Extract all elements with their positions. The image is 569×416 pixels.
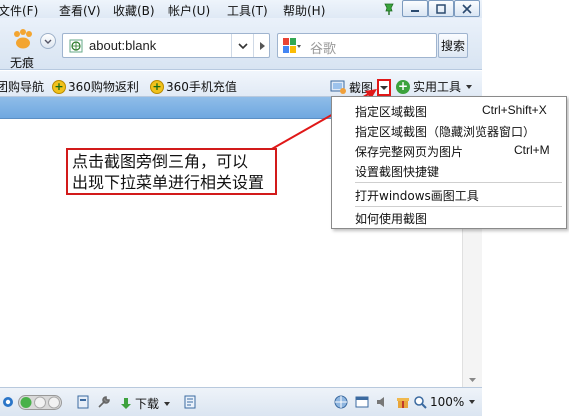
screenshot-button[interactable]: 截图	[330, 78, 373, 96]
download-label: 下载	[135, 397, 160, 411]
menu-bar: 文件(F) 查看(V) 收藏(B) 帐户(U) 工具(T) 帮助(H)	[0, 0, 482, 18]
menu-separator	[355, 182, 562, 183]
download-arrow-icon	[121, 397, 131, 409]
fav-label: 360手机充值	[166, 80, 237, 94]
menu-item-set-shortcut[interactable]: 设置截图快捷键	[355, 163, 439, 180]
triangle-down-icon	[380, 85, 388, 90]
menu-account[interactable]: 帐户(U)	[168, 2, 210, 19]
toggle-switch-icon[interactable]	[18, 395, 62, 410]
search-input[interactable]: 谷歌	[277, 33, 437, 58]
maximize-button[interactable]	[428, 0, 454, 17]
close-icon	[462, 3, 472, 14]
menu-item-region-capture-hidden[interactable]: 指定区域截图（隐藏浏览器窗口）	[355, 123, 535, 140]
tools-label: 实用工具	[413, 80, 462, 94]
triangle-down-icon	[466, 84, 473, 89]
triangle-down-icon	[469, 400, 476, 404]
utility-tools-button[interactable]: + 实用工具	[396, 78, 475, 95]
page-icon[interactable]	[76, 395, 90, 409]
url-history-dropdown[interactable]	[231, 34, 253, 57]
speaker-icon[interactable]	[375, 395, 389, 409]
annotation-callout: 点击截图旁倒三角，可以 出现下拉菜单进行相关设置	[66, 148, 277, 195]
window-icon[interactable]	[355, 395, 369, 409]
minimize-button[interactable]	[402, 0, 428, 17]
url-input[interactable]: about:blank	[62, 33, 270, 58]
menu-help[interactable]: 帮助(H)	[283, 2, 325, 19]
plus-icon: +	[396, 78, 410, 94]
incognito-paw-icon[interactable]	[10, 28, 36, 50]
close-button[interactable]	[454, 0, 480, 17]
plus-icon: +	[52, 79, 66, 94]
download-button[interactable]: 下载	[120, 395, 173, 412]
google-search-engine-icon[interactable]	[283, 38, 301, 54]
dropdown-circle-button[interactable]	[40, 33, 56, 49]
chevron-down-icon	[44, 39, 52, 44]
menu-item-how-to-use[interactable]: 如何使用截图	[355, 210, 427, 227]
screenshot-label: 截图	[349, 80, 374, 95]
play-arrow-icon	[260, 41, 265, 50]
ie-logo-icon[interactable]	[2, 396, 14, 408]
menu-tools[interactable]: 工具(T)	[227, 2, 268, 19]
menu-item-region-capture[interactable]: 指定区域截图	[355, 103, 427, 120]
menu-separator	[355, 206, 562, 207]
url-text: about:blank	[89, 38, 157, 53]
screenshot-icon	[330, 80, 346, 94]
wrench-icon[interactable]	[97, 395, 111, 409]
screenshot-dropdown-menu: 指定区域截图 Ctrl+Shift+X 指定区域截图（隐藏浏览器窗口） 保存完整…	[331, 96, 567, 229]
plus-icon: +	[150, 79, 164, 94]
menu-item-save-full-page[interactable]: 保存完整网页为图片	[355, 143, 463, 160]
screenshot-dropdown-button[interactable]	[377, 79, 391, 96]
triangle-down-icon	[164, 401, 171, 406]
fav-label: 团购导航	[0, 80, 45, 94]
incognito-label: 无痕	[10, 56, 35, 70]
fav-item-group-buy[interactable]: 团购导航	[0, 78, 44, 95]
search-button[interactable]: 搜索	[438, 33, 468, 58]
page-favicon-icon	[69, 39, 83, 53]
go-button[interactable]	[253, 34, 270, 57]
zoom-magnifier-icon	[414, 396, 427, 409]
zoom-level: 100%	[430, 395, 465, 409]
menu-view[interactable]: 查看(V)	[59, 2, 101, 19]
chevron-down-icon	[237, 42, 248, 49]
fav-item-phone-recharge[interactable]: + 360手机充值	[150, 78, 237, 95]
menu-favorites[interactable]: 收藏(B)	[113, 2, 155, 19]
shortcut-save-full-page: Ctrl+M	[514, 143, 550, 157]
callout-line-1: 点击截图旁倒三角，可以	[72, 152, 249, 171]
pin-icon[interactable]	[382, 2, 396, 16]
gift-icon[interactable]	[396, 395, 410, 409]
maximize-icon	[436, 3, 446, 14]
globe-icon[interactable]	[334, 395, 348, 409]
callout-line-2: 出现下拉菜单进行相关设置	[72, 173, 265, 192]
scroll-down-arrow-icon[interactable]	[466, 373, 479, 386]
zoom-control[interactable]: 100%	[413, 395, 478, 409]
fav-item-shopping-rebate[interactable]: + 360购物返利	[52, 78, 139, 95]
minimize-icon	[411, 9, 419, 12]
status-bar: 下载 100%	[0, 387, 482, 416]
notes-icon[interactable]	[184, 395, 196, 409]
search-placeholder: 谷歌	[310, 42, 337, 57]
fav-label: 360购物返利	[68, 80, 139, 94]
menu-item-open-paint[interactable]: 打开windows画图工具	[355, 187, 479, 204]
shortcut-region-capture: Ctrl+Shift+X	[482, 103, 547, 117]
menu-file[interactable]: 文件(F)	[0, 2, 38, 19]
